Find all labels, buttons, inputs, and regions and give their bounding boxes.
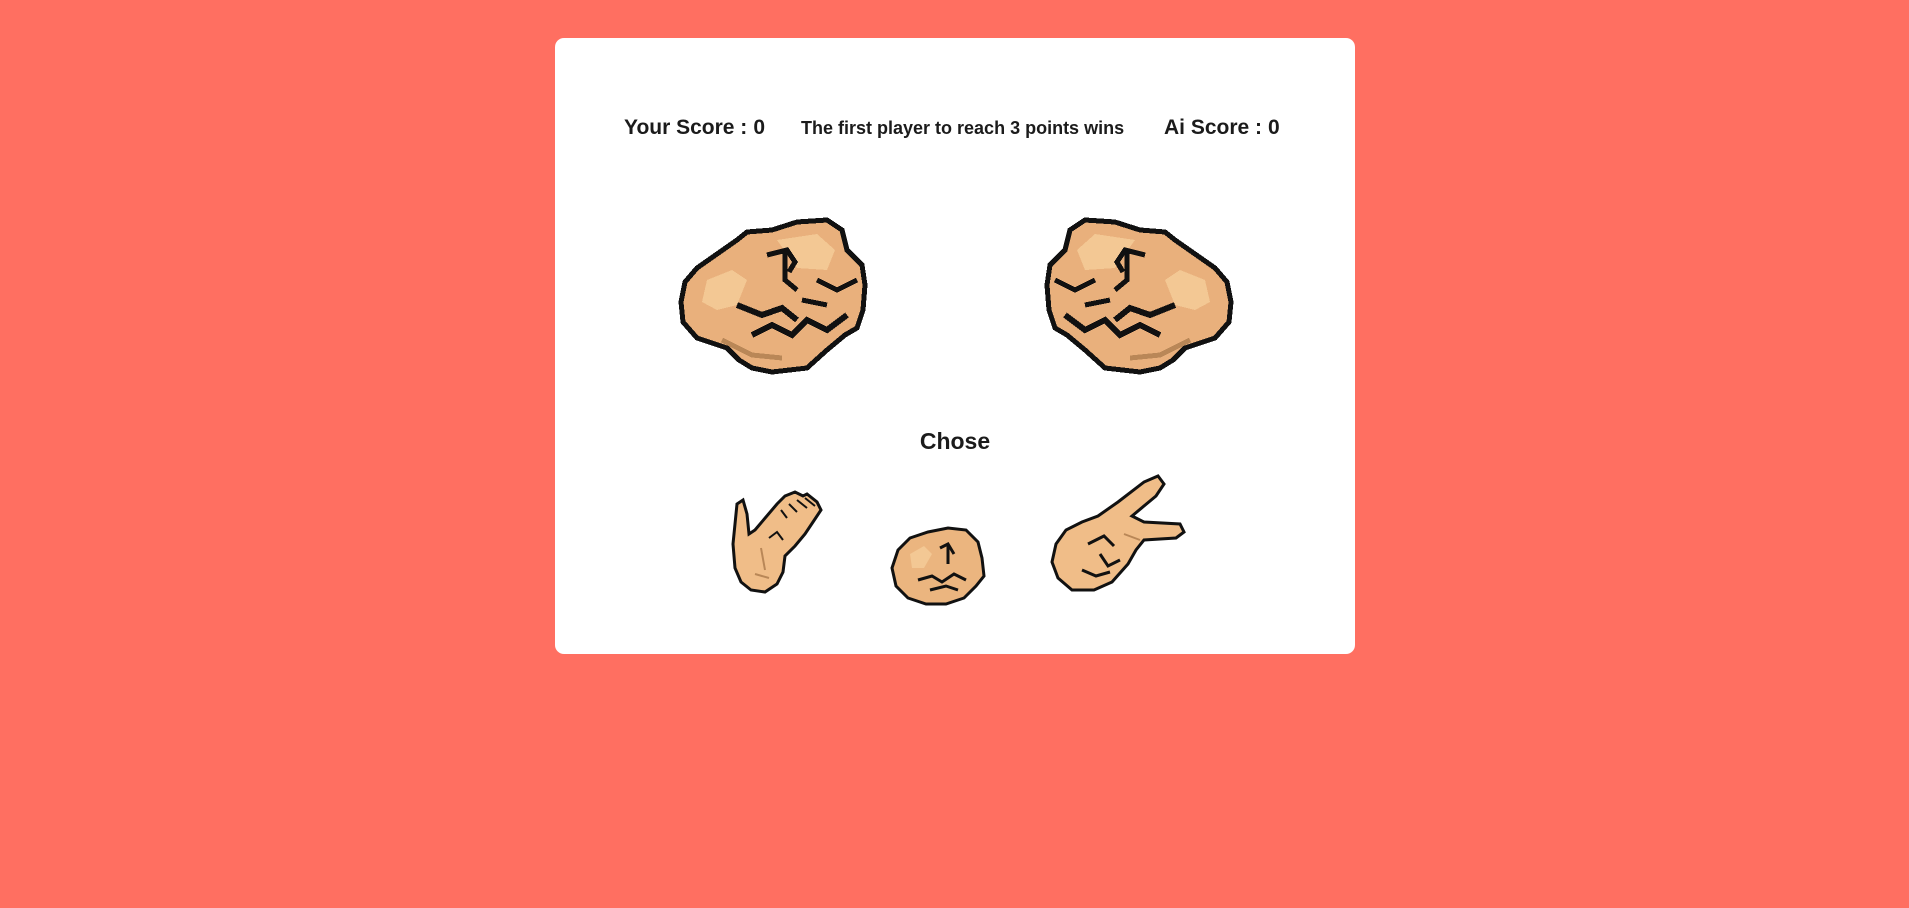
scissors-button[interactable] xyxy=(1048,474,1188,594)
choice-buttons xyxy=(555,474,1355,606)
scissors-hand-icon xyxy=(1050,474,1186,592)
ai-score: Ai Score : 0 xyxy=(1164,116,1280,140)
player-score: Your Score : 0 xyxy=(624,116,765,140)
player-score-label: Your Score : xyxy=(624,116,748,139)
paper-hand-icon xyxy=(731,490,823,594)
paper-button[interactable] xyxy=(725,474,840,594)
choose-label: Chose xyxy=(919,428,991,454)
rock-button[interactable] xyxy=(888,524,988,606)
rule-text: The first player to reach 3 points wins xyxy=(801,118,1125,138)
ai-score-value: 0 xyxy=(1268,116,1280,139)
rock-fist-icon xyxy=(1044,217,1234,375)
player-score-value: 0 xyxy=(753,116,765,139)
rock-fist-icon xyxy=(890,526,986,606)
rock-fist-icon xyxy=(678,217,868,375)
game-card: Your Score : 0 The first player to reach… xyxy=(555,38,1355,654)
player-hand xyxy=(677,210,873,376)
scoreboard: Your Score : 0 The first player to reach… xyxy=(555,114,1355,144)
ai-score-label: Ai Score : xyxy=(1164,116,1263,139)
ai-hand xyxy=(1039,210,1235,376)
